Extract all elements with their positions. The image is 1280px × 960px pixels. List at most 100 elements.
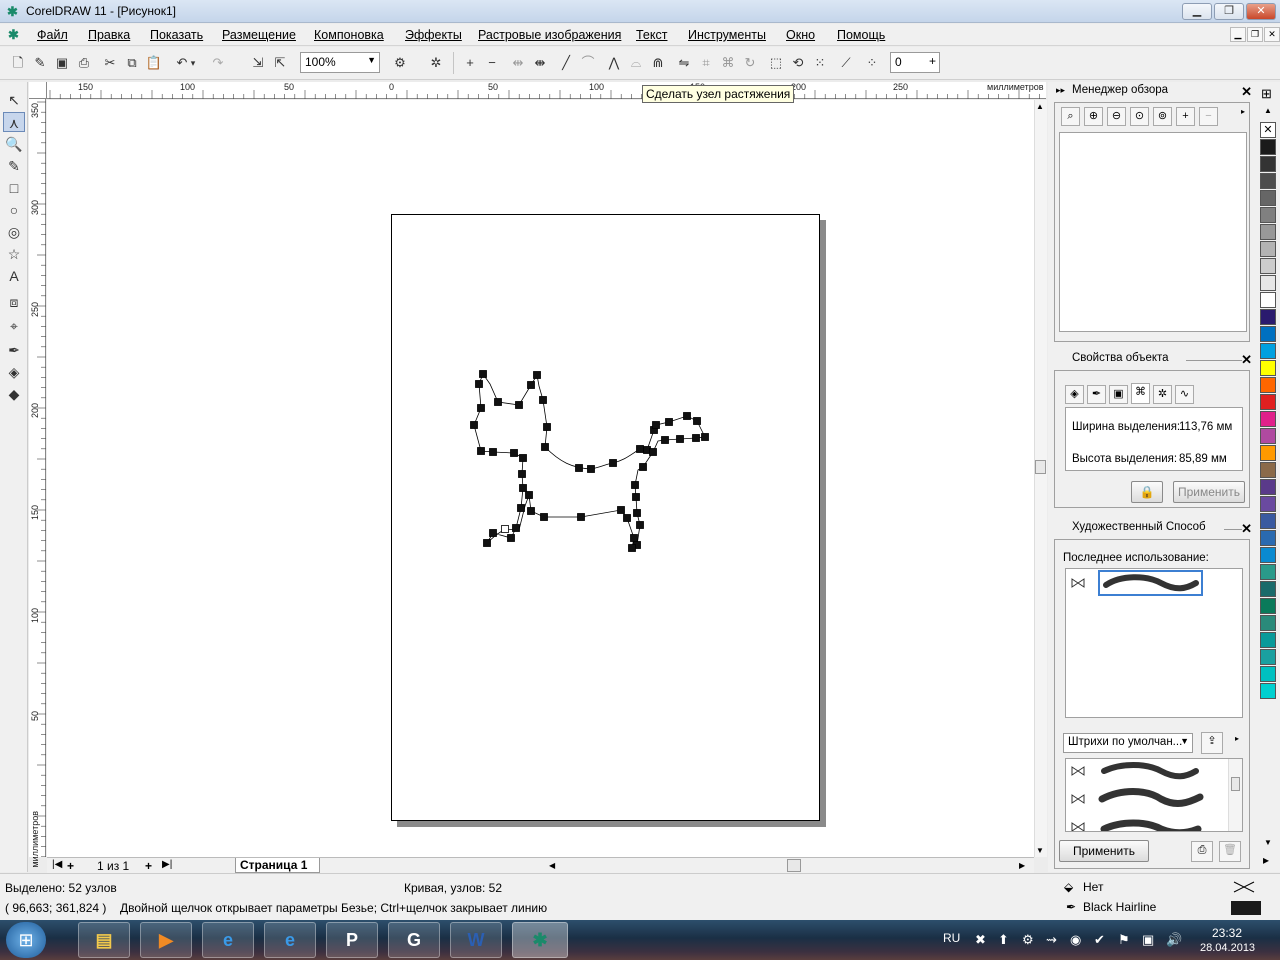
page-tab[interactable]: Страница 1 <box>235 858 320 873</box>
publisher-taskbar-icon[interactable]: P <box>326 922 378 958</box>
curve-node[interactable] <box>630 534 638 542</box>
curve-node[interactable] <box>475 380 483 388</box>
color-swatch[interactable] <box>1260 683 1276 699</box>
coreldraw-taskbar-icon[interactable]: ✱ <box>512 922 568 958</box>
outline-tab-icon[interactable]: ✒ <box>1087 385 1106 404</box>
curve-node[interactable] <box>507 534 515 542</box>
stroke-list[interactable] <box>1065 758 1243 832</box>
color-swatch[interactable] <box>1260 496 1276 512</box>
curve-node[interactable] <box>577 513 585 521</box>
curve-node[interactable] <box>479 370 487 378</box>
palette-expand-icon[interactable]: ▸ <box>1263 853 1269 867</box>
curve-node[interactable] <box>518 470 526 478</box>
color-swatch[interactable] <box>1260 615 1276 631</box>
clock-date[interactable]: 28.04.2013 <box>1200 942 1255 954</box>
apply-properties-button[interactable]: Применить <box>1173 481 1245 503</box>
curve-drawing[interactable] <box>0 0 1034 857</box>
tray-check-icon[interactable]: ✔ <box>1094 932 1105 948</box>
color-swatch[interactable] <box>1260 326 1276 342</box>
curve-node[interactable] <box>527 507 535 515</box>
maximize-button[interactable]: ❐ <box>1214 3 1244 20</box>
color-swatch[interactable] <box>1260 411 1276 427</box>
load-stroke-icon[interactable]: ⇪ <box>1201 732 1223 754</box>
curve-node[interactable] <box>683 412 691 420</box>
add-page-after-icon[interactable]: + <box>145 859 152 873</box>
color-swatch[interactable] <box>1260 428 1276 444</box>
doc-restore-button[interactable]: ❐ <box>1247 27 1263 42</box>
word-taskbar-icon[interactable]: W <box>450 922 502 958</box>
color-swatch[interactable] <box>1260 547 1276 563</box>
curve-node[interactable] <box>477 447 485 455</box>
curve-node[interactable] <box>623 514 631 522</box>
stroke-list-scrollbar[interactable] <box>1228 759 1242 831</box>
palette-scroll-down-icon[interactable]: ▼ <box>1264 838 1272 847</box>
close-icon[interactable]: ✕ <box>1241 84 1252 100</box>
google-taskbar-icon[interactable]: G <box>388 922 440 958</box>
curve-node[interactable] <box>701 433 709 441</box>
stroke-preset-select[interactable]: Штрихи по умолчан... ▼ <box>1063 733 1193 753</box>
panel-menu-icon[interactable]: ▸ <box>1241 107 1245 116</box>
color-swatch[interactable] <box>1260 598 1276 614</box>
media-player-taskbar-icon[interactable]: ▶ <box>140 922 192 958</box>
color-swatch[interactable] <box>1260 207 1276 223</box>
stroke-item[interactable] <box>1098 788 1204 807</box>
close-button[interactable]: ✕ <box>1246 3 1276 20</box>
no-color-swatch[interactable]: ✕ <box>1260 122 1276 138</box>
color-swatch[interactable] <box>1260 479 1276 495</box>
curve-node[interactable] <box>515 401 523 409</box>
flag-icon[interactable]: ⚑ <box>1118 932 1130 948</box>
color-swatch[interactable] <box>1260 581 1276 597</box>
curve-node[interactable] <box>639 463 647 471</box>
overview-list[interactable] <box>1059 132 1247 332</box>
color-swatch[interactable] <box>1260 394 1276 410</box>
color-swatch[interactable] <box>1260 275 1276 291</box>
tray-monitor-icon[interactable]: ▣ <box>1142 932 1154 948</box>
curve-node[interactable] <box>501 525 509 533</box>
vertical-scrollbar[interactable]: ▲ ▼ <box>1034 100 1047 857</box>
cat-curve[interactable] <box>473 373 706 549</box>
curve-tab-icon[interactable]: ⌘ <box>1131 383 1150 404</box>
curve-node[interactable] <box>539 396 547 404</box>
zoom-all-icon[interactable]: ⊚ <box>1153 107 1172 126</box>
curve-node[interactable] <box>661 436 669 444</box>
zoom-selected-icon[interactable]: ⊙ <box>1130 107 1149 126</box>
explorer-taskbar-icon[interactable]: ▤ <box>78 922 130 958</box>
stroke-item[interactable] <box>1100 819 1202 832</box>
volume-icon[interactable]: 🔊 <box>1166 932 1182 948</box>
curve-node[interactable] <box>631 481 639 489</box>
curve-node[interactable] <box>494 398 502 406</box>
internet-tab-icon[interactable]: ∿ <box>1175 385 1194 404</box>
curve-node[interactable] <box>632 493 640 501</box>
curve-node[interactable] <box>527 381 535 389</box>
palette-flyout-icon[interactable]: ⊞ <box>1261 86 1272 102</box>
general-tab-icon[interactable]: ▣ <box>1109 385 1128 404</box>
curve-node[interactable] <box>483 539 491 547</box>
recent-stroke-item[interactable] <box>1066 569 1244 599</box>
curve-node[interactable] <box>575 464 583 472</box>
color-swatch[interactable] <box>1260 139 1276 155</box>
color-swatch[interactable] <box>1260 564 1276 580</box>
minimize-button[interactable]: ▁ <box>1182 3 1212 20</box>
curve-node[interactable] <box>609 459 617 467</box>
scroll-right-icon[interactable]: ▶ <box>1019 861 1025 870</box>
curve-node[interactable] <box>519 454 527 462</box>
stroke-list-scroll-thumb[interactable] <box>1231 777 1240 791</box>
horizontal-scroll-thumb[interactable] <box>787 859 801 872</box>
curve-node[interactable] <box>470 421 478 429</box>
save-stroke-icon[interactable]: ⎙ <box>1191 841 1213 862</box>
docker-expand-icon[interactable]: ▸▸ <box>1056 85 1065 96</box>
delete-view-icon[interactable]: − <box>1199 107 1218 126</box>
curve-node[interactable] <box>477 404 485 412</box>
curve-node[interactable] <box>541 443 549 451</box>
add-view-icon[interactable]: + <box>1176 107 1195 126</box>
color-swatch[interactable] <box>1260 173 1276 189</box>
add-page-before-icon[interactable]: + <box>67 859 74 873</box>
recent-strokes-list[interactable] <box>1065 568 1243 718</box>
color-swatch[interactable] <box>1260 666 1276 682</box>
color-swatch[interactable] <box>1260 632 1276 648</box>
close-icon[interactable]: ✕ <box>1241 352 1252 368</box>
curve-node[interactable] <box>587 465 595 473</box>
delete-stroke-icon[interactable]: 🗑 <box>1219 841 1241 862</box>
color-swatch[interactable] <box>1260 462 1276 478</box>
curve-node[interactable] <box>617 506 625 514</box>
